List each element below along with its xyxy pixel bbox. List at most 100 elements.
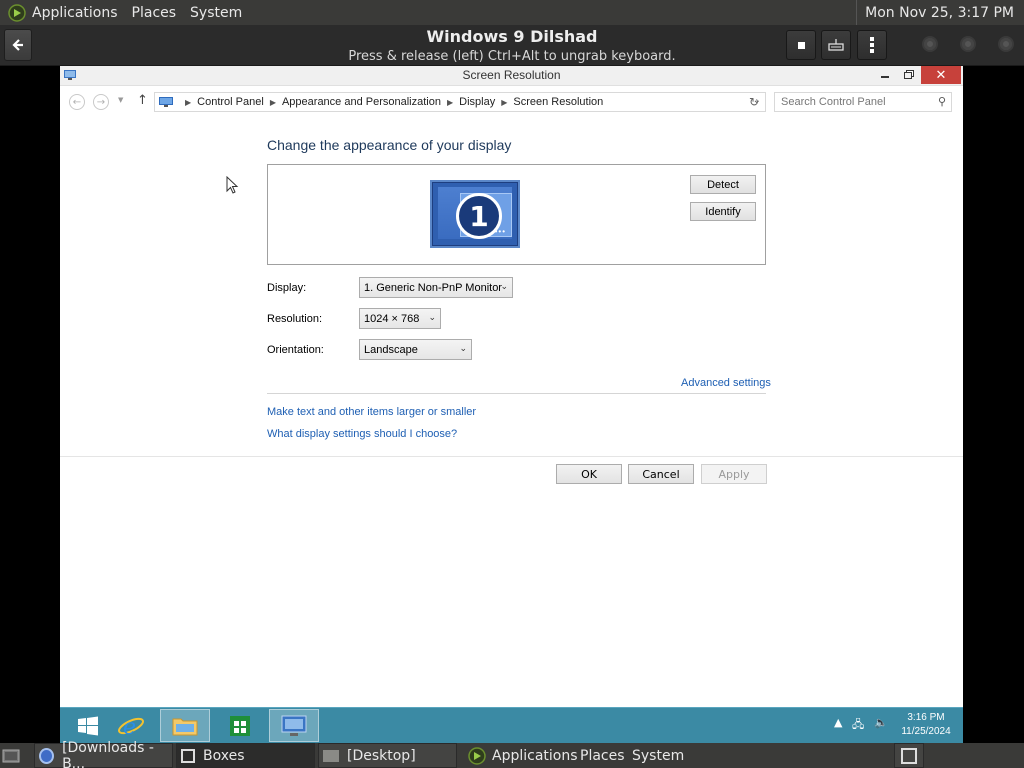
- close-circle-button[interactable]: [998, 36, 1014, 52]
- back-nav-button[interactable]: ←: [69, 94, 85, 110]
- display-label: Display:: [267, 282, 307, 294]
- internet-explorer-icon: e: [118, 715, 144, 739]
- orientation-value: Landscape: [364, 343, 418, 356]
- store-icon: [230, 715, 250, 736]
- workspace-switcher[interactable]: [894, 743, 924, 768]
- window-titlebar[interactable]: Screen Resolution ✕: [60, 66, 963, 86]
- control-panel-icon: [159, 97, 173, 107]
- text-size-link[interactable]: Make text and other items larger or smal…: [267, 406, 476, 418]
- send-keys-button[interactable]: [821, 30, 851, 60]
- gnome-top-panel: Applications Places System Mon Nov 25, 3…: [0, 0, 1024, 25]
- resolution-label: Resolution:: [267, 313, 323, 325]
- show-desktop-button[interactable]: [2, 743, 24, 768]
- folder-icon: [172, 718, 198, 735]
- close-icon: ✕: [935, 67, 947, 83]
- detect-button[interactable]: Detect: [690, 175, 756, 194]
- taskbar-dots-icon: •••: [494, 227, 506, 236]
- footer-divider: [60, 456, 963, 457]
- taskbar-screen-resolution[interactable]: [269, 709, 319, 742]
- search-input[interactable]: Search Control Panel ⚲: [774, 92, 952, 112]
- refresh-button[interactable]: ↻: [745, 93, 763, 111]
- identify-button[interactable]: Identify: [690, 202, 756, 221]
- minimize-button[interactable]: [873, 66, 897, 84]
- windows-taskbar: e ▲ 🖧 🔈 3:16 PM 11/25/2024: [60, 707, 963, 743]
- breadcrumb-control-panel[interactable]: Control Panel: [197, 96, 264, 108]
- vertical-dots-icon: [870, 37, 874, 53]
- breadcrumb-screen-resolution[interactable]: Screen Resolution: [513, 96, 603, 108]
- orientation-label: Orientation:: [267, 344, 324, 356]
- taskbar-clock[interactable]: 3:16 PM 11/25/2024: [895, 711, 957, 739]
- gnome-foot-icon: [468, 746, 486, 765]
- properties-menu-button[interactable]: [857, 30, 887, 60]
- close-button[interactable]: ✕: [921, 66, 961, 84]
- display-help-link[interactable]: What display settings should I choose?: [267, 428, 457, 440]
- section-divider: [267, 393, 766, 394]
- gnome-bottom-panel: [Downloads - B... Boxes [Desktop] Applic…: [0, 739, 1024, 768]
- display-preview: 1 ••• Detect Identify: [267, 164, 766, 265]
- maximize-circle-button[interactable]: [960, 36, 976, 52]
- advanced-settings-link[interactable]: Advanced settings: [681, 377, 771, 389]
- breadcrumb[interactable]: ▶ Control Panel ▶ Appearance and Persona…: [154, 92, 766, 112]
- taskbar-ie[interactable]: e: [106, 709, 156, 742]
- resolution-select[interactable]: 1024 × 768 ⌄: [359, 308, 441, 329]
- boxes-header: Windows 9 Dilshad Press & release (left)…: [0, 25, 1024, 66]
- show-hidden-icons-button[interactable]: ▲: [834, 716, 842, 729]
- taskbar-store[interactable]: [215, 709, 265, 742]
- gnome-foot-icon: [8, 3, 26, 22]
- window-button-desktop[interactable]: [Desktop]: [318, 743, 457, 768]
- panel-clock[interactable]: Mon Nov 25, 3:17 PM: [856, 0, 1024, 25]
- system-menu[interactable]: System: [184, 0, 250, 25]
- volume-icon[interactable]: 🔈: [874, 716, 888, 729]
- bottom-system-menu[interactable]: System: [632, 743, 684, 768]
- taskbar-date: 11/25/2024: [901, 726, 951, 737]
- forward-nav-button[interactable]: →: [93, 94, 109, 110]
- restore-icon: [904, 71, 912, 79]
- bottom-applications-menu[interactable]: Applications: [468, 743, 578, 768]
- applications-menu[interactable]: Applications: [32, 0, 126, 25]
- keyboard-icon: [828, 39, 844, 51]
- restore-button[interactable]: [896, 66, 920, 84]
- breadcrumb-separator-icon: ▶: [269, 97, 276, 107]
- breadcrumb-separator-icon: ▶: [185, 97, 192, 107]
- applications-label: Applications: [492, 747, 578, 764]
- network-icon[interactable]: 🖧: [852, 716, 864, 735]
- taskbar-file-explorer[interactable]: [160, 709, 210, 742]
- breadcrumb-display[interactable]: Display: [459, 96, 495, 108]
- window-button-label: [Desktop]: [347, 747, 416, 764]
- chevron-down-icon: ⌄: [459, 343, 467, 353]
- orientation-select[interactable]: Landscape ⌄: [359, 339, 472, 360]
- screen: Applications Places System Mon Nov 25, 3…: [0, 0, 1024, 768]
- browser-icon: [39, 747, 55, 764]
- recent-pages-chevron-icon[interactable]: ▼: [118, 96, 123, 104]
- address-toolbar: ← → ▼ ↑ ▶ Control Panel ▶ Appearance and…: [60, 87, 963, 117]
- monitor-1-icon[interactable]: 1 •••: [430, 180, 520, 248]
- window-button-label: [Downloads - B...: [62, 739, 154, 768]
- taskbar-time: 3:16 PM: [907, 712, 945, 723]
- display-select[interactable]: 1. Generic Non-PnP Monitor ⌄: [359, 277, 513, 298]
- breadcrumb-appearance[interactable]: Appearance and Personalization: [282, 96, 441, 108]
- bottom-places-menu[interactable]: Places: [580, 743, 625, 768]
- boxes-icon: [181, 748, 195, 763]
- breadcrumb-separator-icon: ▶: [446, 97, 454, 107]
- window-button-label: Boxes: [203, 747, 245, 764]
- up-arrow-icon: ↑: [137, 93, 148, 108]
- display-settings-icon: [281, 715, 307, 736]
- monitor-screen: 1 •••: [438, 187, 512, 239]
- resolution-value: 1024 × 768: [364, 312, 420, 325]
- window-button-downloads[interactable]: [Downloads - B...: [34, 739, 173, 768]
- vm-display[interactable]: Screen Resolution ✕ ← → ▼ ↑ ▶ Control Pa…: [60, 66, 963, 743]
- stop-button[interactable]: [786, 30, 816, 60]
- search-placeholder: Search Control Panel: [781, 96, 886, 108]
- ok-button[interactable]: OK: [556, 464, 622, 484]
- cancel-button[interactable]: Cancel: [628, 464, 694, 484]
- search-icon[interactable]: ⚲: [938, 95, 946, 108]
- apply-button[interactable]: Apply: [701, 464, 767, 484]
- show-desktop-icon: [2, 749, 20, 762]
- up-button[interactable]: ↑: [137, 93, 148, 108]
- window-button-boxes[interactable]: Boxes: [176, 743, 315, 768]
- places-menu[interactable]: Places: [126, 0, 185, 25]
- minimize-circle-button[interactable]: [922, 36, 938, 52]
- right-arrow-icon: →: [96, 96, 106, 108]
- windows-logo-icon: [78, 716, 98, 735]
- svg-text:e: e: [123, 715, 136, 739]
